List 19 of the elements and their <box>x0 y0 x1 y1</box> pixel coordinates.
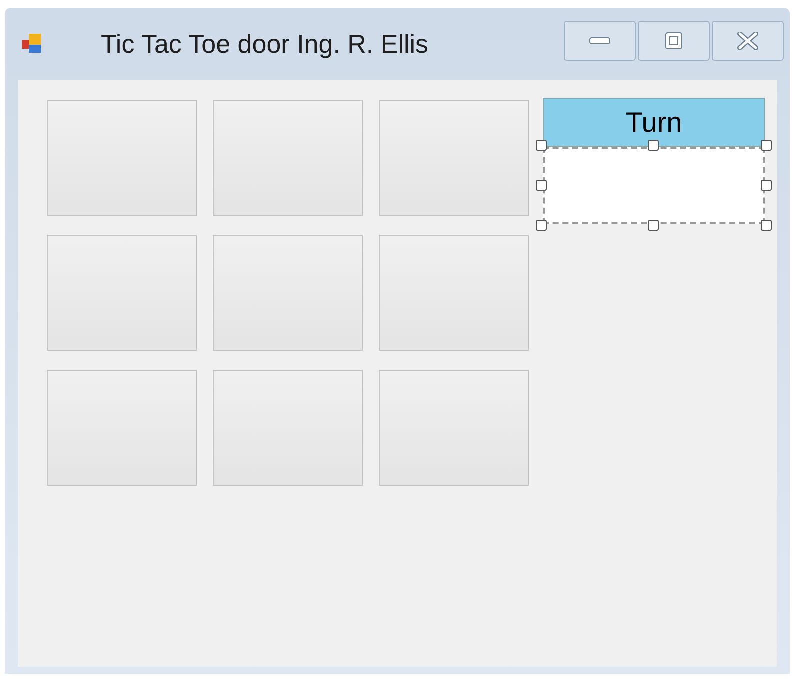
turn-label: Turn <box>543 98 765 147</box>
close-icon <box>737 32 759 50</box>
board-square[interactable] <box>47 235 197 351</box>
app-icon <box>21 33 43 55</box>
board-square[interactable] <box>47 100 197 216</box>
board-square[interactable] <box>379 370 529 486</box>
board-square[interactable] <box>379 235 529 351</box>
board-square[interactable] <box>213 235 363 351</box>
board-square[interactable] <box>213 370 363 486</box>
board-square[interactable] <box>47 370 197 486</box>
close-button[interactable] <box>712 21 784 61</box>
board-square[interactable] <box>213 100 363 216</box>
turn-field[interactable] <box>536 140 772 231</box>
maximize-icon <box>665 32 683 50</box>
maximize-button[interactable] <box>638 21 710 61</box>
minimize-button[interactable] <box>564 21 636 61</box>
minimize-icon <box>589 37 611 45</box>
window-title: Tic Tac Toe door Ing. R. Ellis <box>101 28 429 60</box>
board-square[interactable] <box>379 100 529 216</box>
